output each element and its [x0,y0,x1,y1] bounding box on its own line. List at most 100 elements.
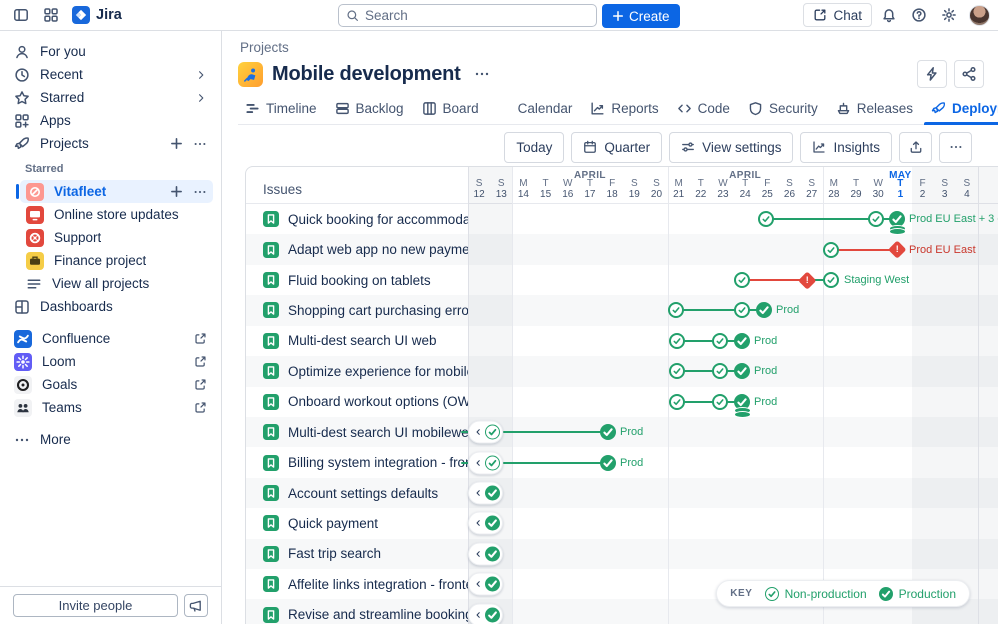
project-more-button[interactable] [470,62,494,86]
non-production-deployment-icon[interactable] [668,302,684,318]
sidebar-item-recent[interactable]: Recent [8,63,213,86]
quarter-button[interactable]: Quarter [571,132,662,163]
non-production-deployment-icon[interactable] [734,272,750,288]
non-production-deployment-icon[interactable] [734,302,750,318]
issue-label[interactable]: Multi-dest search UI mobileweb [246,417,468,447]
more-dots-icon[interactable] [193,137,207,151]
failed-deployment-icon[interactable]: ! [798,271,816,289]
jira-home-link[interactable]: Jira [68,6,126,24]
non-production-deployment-icon[interactable] [823,242,839,258]
production-deployment-icon[interactable] [889,211,905,227]
tab-deployments[interactable]: Deployments [924,92,998,124]
issue-label[interactable]: Quick payment [246,508,468,538]
production-deployment-icon[interactable] [600,455,616,471]
sidebar-item-starred[interactable]: Starred [8,86,213,109]
non-production-deployment-icon[interactable] [712,394,728,410]
issue-label[interactable]: Quick booking for accommodations [246,204,468,234]
non-production-deployment-icon[interactable] [712,333,728,349]
view-settings-button[interactable]: View settings [669,132,793,163]
non-production-deployment-icon[interactable] [669,333,685,349]
non-production-deployment-icon[interactable] [868,211,884,227]
sidebar-app-loom[interactable]: Loom [8,350,213,373]
non-production-deployment-icon[interactable] [712,363,728,379]
issue-label[interactable]: Shopping cart purchasing error - quick f… [246,295,468,325]
tab-calendar[interactable]: Calendar [490,92,580,124]
offscreen-deployments-pill[interactable] [468,542,503,565]
issue-label[interactable]: Revise and streamline booking flow [246,599,468,624]
production-deployment-icon[interactable] [734,394,750,410]
issue-label[interactable]: Adapt web app no new payments provider [246,234,468,264]
non-production-deployment-icon[interactable] [485,425,500,440]
tab-backlog[interactable]: Backlog [328,92,411,124]
automation-button[interactable] [917,60,947,88]
more-dots-icon[interactable] [193,185,207,199]
offscreen-deployments-pill[interactable] [468,482,503,505]
failed-deployment-icon[interactable]: ! [888,241,906,259]
tab-reports[interactable]: Reports [583,92,665,124]
offscreen-deployments-pill[interactable] [468,421,503,444]
sidebar-item-more[interactable]: More [8,428,213,451]
offscreen-deployments-pill[interactable] [468,512,503,535]
sidebar-item-apps[interactable]: Apps [8,109,213,132]
issue-label[interactable]: Affelite links integration - frontend [246,569,468,599]
production-deployment-icon[interactable] [485,607,500,622]
notifications-button[interactable] [876,2,902,28]
production-deployment-icon[interactable] [600,424,616,440]
today-button[interactable]: Today [504,132,564,163]
issue-label[interactable]: Optimize experience for mobile web [246,356,468,386]
toolbar-more-button[interactable] [939,132,972,163]
invite-people-button[interactable]: Invite people [13,594,178,617]
profile-button[interactable] [966,2,992,28]
issue-label[interactable]: Billing system integration - frontend [246,447,468,477]
sidebar-project-online-store-updates[interactable]: Online store updates [20,203,213,226]
production-deployment-icon[interactable] [756,302,772,318]
production-deployment-icon[interactable] [485,546,500,561]
settings-button[interactable] [936,2,962,28]
sidebar-item-view-all-projects[interactable]: View all projects [20,272,213,295]
insights-button[interactable]: Insights [800,132,892,163]
offscreen-deployments-pill[interactable] [468,451,503,474]
sidebar-project-finance-project[interactable]: Finance project [20,249,213,272]
create-button[interactable]: Create [602,4,680,28]
sidebar-app-teams[interactable]: Teams [8,396,213,419]
issue-label[interactable]: Onboard workout options (OWO) [246,387,468,417]
chat-button[interactable]: Chat [803,3,872,27]
issue-label[interactable]: Fluid booking on tablets [246,265,468,295]
sidebar-item-projects[interactable]: Projects [8,132,213,155]
production-deployment-icon[interactable] [485,516,500,531]
search-box[interactable] [338,4,597,27]
export-button[interactable] [899,132,932,163]
non-production-deployment-icon[interactable] [823,272,839,288]
tab-security[interactable]: Security [741,92,825,124]
production-deployment-icon[interactable] [485,577,500,592]
production-deployment-icon[interactable] [485,486,500,501]
sidebar-toggle-button[interactable] [8,2,34,28]
feedback-button[interactable] [184,594,208,617]
help-button[interactable] [906,2,932,28]
offscreen-deployments-pill[interactable] [468,603,503,624]
sidebar-project-vitafleet[interactable]: Vitafleet [20,180,213,203]
sidebar-project-support[interactable]: Support [20,226,213,249]
search-input[interactable] [365,8,589,23]
production-deployment-icon[interactable] [734,363,750,379]
sidebar-item-dashboards[interactable]: Dashboards [8,295,213,318]
tab-releases[interactable]: Releases [829,92,920,124]
non-production-deployment-icon[interactable] [669,363,685,379]
non-production-deployment-icon[interactable] [485,455,500,470]
sidebar-app-goals[interactable]: Goals [8,373,213,396]
offscreen-deployments-pill[interactable] [468,573,503,596]
breadcrumb[interactable]: Projects [240,40,289,55]
sidebar-item-for-you[interactable]: For you [8,40,213,63]
tab-code[interactable]: Code [670,92,737,124]
plus-icon[interactable] [170,137,183,150]
tab-timeline[interactable]: Timeline [238,92,324,124]
issue-label[interactable]: Multi-dest search UI web [246,326,468,356]
production-deployment-icon[interactable] [734,333,750,349]
non-production-deployment-icon[interactable] [669,394,685,410]
issue-label[interactable]: Fast trip search [246,539,468,569]
issue-label[interactable]: Account settings defaults [246,478,468,508]
plus-icon[interactable] [170,185,183,198]
share-button[interactable] [954,60,984,88]
sidebar-app-confluence[interactable]: Confluence [8,327,213,350]
tab-board[interactable]: Board [415,92,486,124]
